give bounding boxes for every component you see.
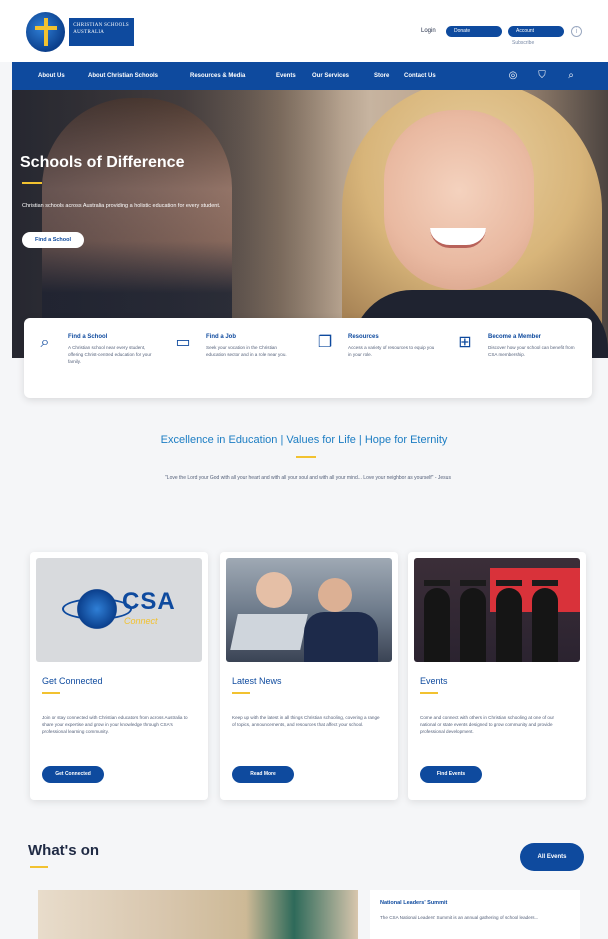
photo-grad-cap [532,580,558,586]
scripture-quote: "Love the Lord your God with all your he… [165,475,451,481]
photo-grad-cap [496,580,522,586]
card-latest-news: Latest News Keep up with the latest in a… [220,552,398,800]
csa-logo-word: CSA [122,588,176,615]
nav-item-about-christian-schools[interactable]: About Christian Schools [88,73,158,79]
tagline-rule [296,456,316,458]
photo-graduate [424,588,450,662]
photo-graduate [532,588,558,662]
user-icon[interactable]: ◎ [506,69,520,83]
card-text: Join or stay connected with Christian ed… [42,715,188,734]
card-rule [232,692,250,694]
card-rule [420,692,438,694]
nav-item-our-services[interactable]: Our Services [312,73,349,79]
photo-grad-cap [460,580,486,586]
feature-find-school[interactable]: ⌕ Find a School A Christian school near … [34,330,164,386]
feature-title: Find a Job [206,334,236,340]
event-summary[interactable]: National Leaders' Summit The CSA Nationa… [370,890,580,939]
feature-find-job[interactable]: ▭ Find a Job Seek your vocation in the C… [172,330,302,386]
login-link[interactable]: Login [421,28,436,34]
nav-item-store[interactable]: Store [374,73,389,79]
feature-become-member[interactable]: ⊞ Become a Member Discover how your scho… [454,330,584,386]
account-button[interactable]: Account [508,26,564,37]
card-text: Come and connect with others in Christia… [420,715,555,734]
card-events: Events Come and connect with others in C… [408,552,586,800]
tagline: Excellence in Education | Values for Lif… [160,434,448,446]
nav-item-resources-media[interactable]: Resources & Media [190,73,245,79]
main-nav: About Us About Christian Schools Resourc… [12,62,608,90]
card-text: Keep up with the latest in all things Ch… [232,715,380,727]
members-icon: ⊞ [458,334,472,351]
card-rule [42,692,60,694]
info-icon[interactable]: i [571,26,582,37]
feature-text: A Christian school near every student, o… [68,345,152,364]
graduation-photo [414,558,580,662]
feature-panel: ⌕ Find a School A Christian school near … [24,318,592,398]
subscribe-link[interactable]: Subscribe [512,40,534,46]
event-photo[interactable] [38,890,358,939]
feature-resources[interactable]: ❐ Resources Access a variety of resource… [314,330,444,386]
photo-grad-cap [424,580,450,586]
photo-student-uniform [304,612,378,662]
event-title[interactable]: National Leaders' Summit [380,900,447,906]
csa-logo-sub: Connect [124,616,158,626]
site-logo[interactable]: CHRISTIAN SCHOOLS AUSTRALIA [26,12,134,52]
cart-icon[interactable]: ⛉ [535,69,549,83]
find-events-button[interactable]: Find Events [420,766,482,783]
search-icon: ⌕ [40,334,50,351]
nav-item-contact-us[interactable]: Contact Us [404,73,436,79]
read-more-button[interactable]: Read More [232,766,294,783]
hero-title-rule [22,182,42,184]
feature-text: Seek your vocation in the Christian educ… [206,345,287,357]
nav-item-events[interactable]: Events [276,73,296,79]
hero-photo-girl-face [384,110,534,290]
logo-cross-icon [26,12,66,52]
photo-student-face [256,572,292,608]
feature-title: Resources [348,334,379,340]
whats-on-rule [30,866,48,868]
search-icon[interactable]: ⌕ [564,69,578,83]
donate-button[interactable]: Donate [446,26,502,37]
nav-item-about-us[interactable]: About Us [38,73,65,79]
hero-title: Schools of Difference [20,154,185,171]
photo-graduate [460,588,486,662]
photo-student-face [318,578,352,612]
card-title: Events [420,676,448,686]
card-get-connected: CSA Connect Get Connected Join or stay c… [30,552,208,800]
atom-icon [74,586,120,632]
card-title: Get Connected [42,676,103,686]
hero-subtitle: Christian schools across Australia provi… [22,203,221,209]
students-laptop-photo [226,558,392,662]
find-school-button[interactable]: Find a School [22,232,84,248]
feature-title: Become a Member [488,334,542,340]
logo-text: CHRISTIAN SCHOOLS AUSTRALIA [69,18,134,46]
briefcase-icon: ▭ [175,334,191,351]
document-icon: ❐ [317,334,333,351]
photo-graduate [496,588,522,662]
event-text: The CSA National Leaders' Summit is an a… [380,915,539,920]
photo-laptop [230,614,308,650]
feature-text: Access a variety of resources to equip y… [348,345,435,357]
feature-title: Find a School [68,334,108,340]
top-header: CHRISTIAN SCHOOLS AUSTRALIA Login Donate… [0,0,608,62]
feature-text: Discover how your school can benefit fro… [488,345,575,357]
card-title: Latest News [232,676,282,686]
all-events-button[interactable]: All Events [520,843,584,871]
csa-connect-logo-image: CSA Connect [36,558,202,662]
get-connected-button[interactable]: Get Connected [42,766,104,783]
whats-on-heading: What's on [28,842,100,859]
